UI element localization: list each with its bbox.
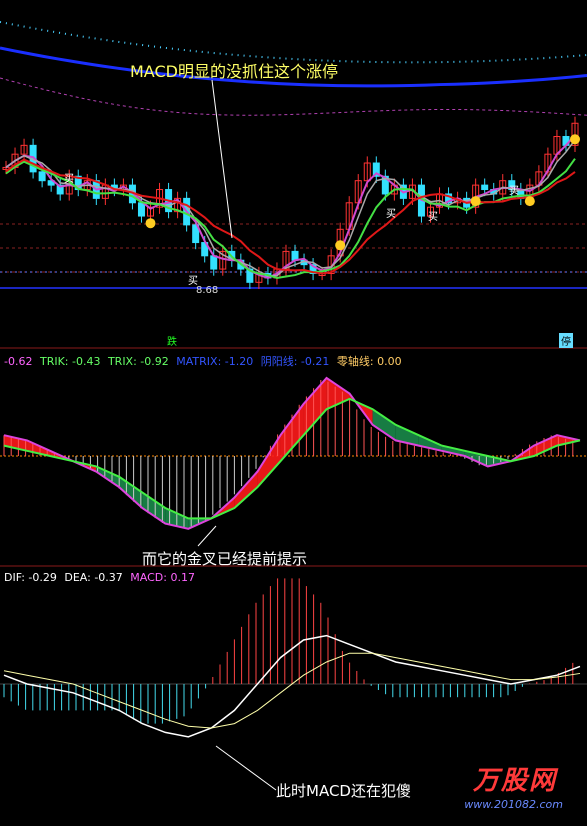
annotation-top: MACD明显的没抓住这个涨停 (130, 62, 338, 81)
trix-legend-item: TRIK: -0.43 (39, 355, 101, 368)
macd-legend: DIF: -0.29 DEA: -0.37 MACD: 0.17 (4, 571, 195, 584)
buy-marker-dot (335, 240, 346, 251)
trix-legend-item: 零轴线: 0.00 (336, 355, 402, 368)
buy-label: 买 (386, 209, 396, 220)
ma-line-cyan-dotted (0, 21, 587, 64)
buy-marker-dot (570, 134, 580, 145)
candle-body (210, 255, 218, 270)
trix-legend-item: -0.62 (4, 355, 33, 368)
annotation-arrow (215, 745, 277, 791)
macd-legend-item: DEA: -0.37 (64, 571, 123, 584)
annotation-arrow (197, 525, 217, 547)
stock-chart (0, 21, 587, 791)
trix-fill-band (372, 409, 396, 441)
buy-label: 买 (188, 276, 198, 287)
watermark-brand: 万股网 (472, 766, 557, 796)
trix-legend-item: MATRIX: -1.20 (176, 355, 254, 368)
trix-fill-band (303, 378, 327, 436)
annotation-bottom: 此时MACD还在犯傻 (276, 782, 411, 800)
candle-body (137, 202, 145, 217)
macd-legend-item: DIF: -0.29 (4, 571, 57, 584)
macd-legend-item: MACD: 0.17 (130, 571, 195, 584)
trix-fill-band (119, 476, 143, 508)
buy-marker-dot (470, 196, 481, 207)
watermark-url: www.201082.com (464, 798, 563, 811)
ma-line-green (5, 158, 576, 280)
buy-label: 买 (64, 174, 74, 185)
annotation-middle: 而它的金叉已经提前提示 (142, 550, 308, 568)
trix-legend: -0.62 TRIK: -0.43 TRIX: -0.92 MATRIX: -1… (4, 353, 402, 369)
trix-legend-item: 阴阳线: -0.21 (260, 355, 330, 368)
ma-line-gray (5, 139, 576, 277)
trix-fill-band (142, 492, 166, 524)
ma-line-magenta (5, 134, 576, 279)
buy-label: 买 (428, 212, 438, 223)
tag-die: 跌 (167, 337, 177, 348)
buy-label: 买 (509, 186, 519, 197)
candle-body (38, 171, 46, 182)
candle-body (481, 184, 489, 191)
trix-fill-band (257, 435, 281, 488)
annotation-arrow (211, 79, 233, 239)
tag-ting: 停 (559, 333, 573, 348)
trix-legend-item: TRIX: -0.92 (107, 355, 169, 368)
ma-line-red (5, 158, 576, 275)
buy-marker-dot (524, 196, 535, 207)
price-low-label: 8.68 (196, 285, 219, 296)
buy-marker-dot (145, 218, 156, 229)
trix-fill-band (533, 435, 557, 456)
